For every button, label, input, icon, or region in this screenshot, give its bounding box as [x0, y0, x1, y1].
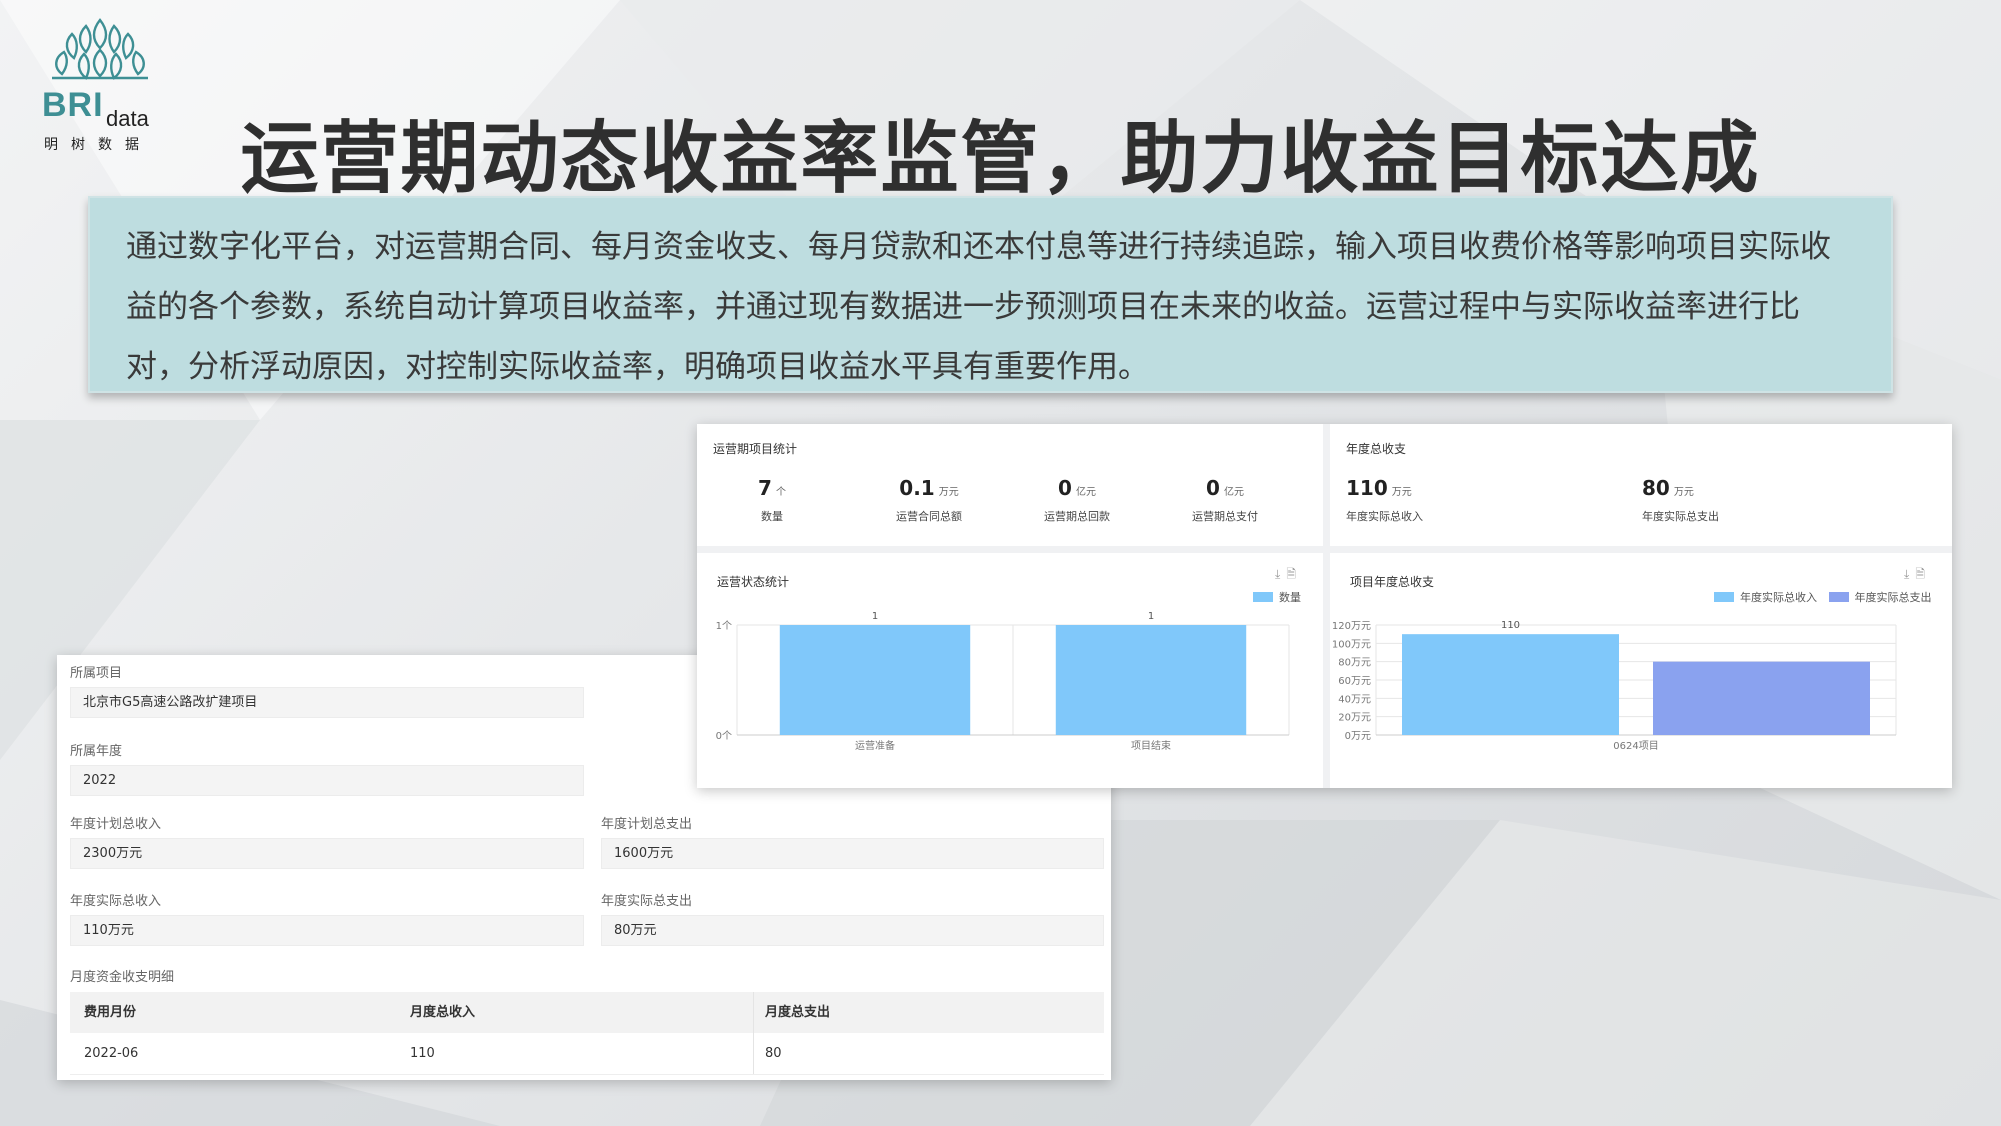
ops-stats-card: 运营期项目统计 7个 数量 0.1 万元 运营合同总额 0 亿元 运营期总回款 0亿…: [697, 424, 1323, 546]
dashboard-panel: 运营期项目统计 7个 数量 0.1 万元 运营合同总额 0 亿元 运营期总回款 0亿…: [697, 424, 1952, 788]
y-tick-label: 20万元: [1338, 713, 1371, 724]
y-tick-label: 0个: [716, 730, 732, 742]
description-box: 通过数字化平台，对运营期合同、每月资金收支、每月贷款和还本付息等进行持续追踪，输…: [88, 196, 1893, 393]
year-label: 所属年度: [70, 744, 123, 759]
actual-expense-label: 年度实际总支出: [601, 894, 693, 909]
data-label: 1: [1148, 611, 1154, 622]
x-tick-label: 运营准备: [855, 739, 895, 752]
table-column-divider: [753, 992, 754, 1033]
annual-bar-chart: 0万元 20万元 40万元 60万元 80万元 100万元 120万元 110 0624项目: [1332, 620, 1897, 752]
y-tick-label: 60万元: [1338, 676, 1371, 687]
x-tick-label: 项目结束: [1131, 739, 1171, 752]
stat-annual-expense-unit: 万元: [1673, 487, 1694, 498]
actual-income-field[interactable]: 110万元: [70, 915, 584, 946]
stat-payment-unit: 亿元: [1223, 487, 1244, 498]
actual-expense-field[interactable]: 80万元: [601, 915, 1104, 946]
planned-expense-label: 年度计划总支出: [601, 817, 693, 832]
stat-contract-value: 0.1: [899, 476, 935, 500]
stat-return-label: 运营期总回款: [1044, 510, 1110, 523]
stat-contract-label: 运营合同总额: [896, 510, 962, 523]
stat-return-value: 0: [1058, 476, 1072, 500]
planned-income-label: 年度计划总收入: [70, 817, 162, 832]
bar: [1402, 634, 1619, 735]
stat-payment-value: 0: [1206, 476, 1220, 500]
y-tick-label: 120万元: [1332, 621, 1371, 632]
stat-count-unit: 个: [775, 487, 786, 498]
table-cell-income: 110: [410, 1046, 435, 1061]
stat-annual-income: 110 万元 年度实际总收入: [1346, 476, 1423, 524]
stat-annual-income-label: 年度实际总收入: [1346, 510, 1423, 523]
monthly-detail-label: 月度资金收支明细: [70, 970, 175, 985]
y-tick-label: 100万元: [1332, 639, 1371, 650]
stat-count-label: 数量: [761, 510, 783, 523]
y-tick-label: 40万元: [1338, 694, 1371, 705]
planned-income-field[interactable]: 2300万元: [70, 838, 584, 869]
table-header: 费用月份 月度总收入 月度总支出: [70, 992, 1104, 1033]
bar: [779, 625, 971, 735]
y-tick-label: 0万元: [1345, 731, 1371, 742]
ops-stats-title: 运营期项目统计: [713, 442, 798, 456]
y-tick-label: 80万元: [1338, 658, 1371, 669]
stat-payment-label: 运营期总支付: [1192, 510, 1258, 523]
annual-chart-card: 项目年度总收支 ⤓🗎 年度实际总收入 年度实际总支出 0万元 20万元 40万元 60…: [1330, 553, 1952, 788]
table-column-divider: [753, 1033, 754, 1074]
table-row[interactable]: 2022-06 110 80: [70, 1033, 1104, 1075]
description-text: 通过数字化平台，对运营期合同、每月资金收支、每月贷款和还本付息等进行持续追踪，输…: [126, 229, 1831, 385]
data-label: 1: [872, 611, 878, 622]
y-tick-label: 1个: [716, 620, 732, 632]
table-cell-expense: 80: [765, 1046, 782, 1061]
stat-annual-expense: 80 万元 年度实际总支出: [1642, 476, 1719, 524]
year-field[interactable]: 2022: [70, 765, 584, 796]
stat-count: 7个 数量: [737, 476, 807, 524]
table-header-expense: 月度总支出: [765, 1005, 831, 1020]
annual-stats-card: 年度总收支 110 万元 年度实际总收入 80 万元 年度实际总支出: [1330, 424, 1952, 546]
project-field[interactable]: 北京市G5高速公路改扩建项目: [70, 687, 584, 718]
stat-contract-total: 0.1 万元 运营合同总额: [869, 476, 989, 524]
stat-annual-income-value: 110: [1346, 476, 1388, 500]
stat-annual-expense-label: 年度实际总支出: [1642, 510, 1719, 523]
data-label: 110: [1501, 620, 1520, 631]
stat-return-unit: 亿元: [1075, 487, 1096, 498]
table-header-income: 月度总收入: [410, 1005, 476, 1020]
project-label: 所属项目: [70, 666, 123, 681]
lotus-icon: [52, 18, 148, 80]
stat-annual-expense-value: 80: [1642, 476, 1670, 500]
planned-expense-field[interactable]: 1600万元: [601, 838, 1104, 869]
x-tick-label: 0624项目: [1613, 740, 1658, 752]
stat-total-return: 0 亿元 运营期总回款: [1017, 476, 1137, 524]
table-cell-month: 2022-06: [84, 1046, 139, 1061]
annual-stats-title: 年度总收支: [1346, 442, 1407, 456]
status-bar-chart: 0个 1个 1 运营准备 1 项目结束: [716, 611, 1290, 752]
stat-annual-income-unit: 万元: [1391, 487, 1412, 498]
stat-contract-unit: 万元: [938, 487, 959, 498]
page-title: 运营期动态收益率监管，助力收益目标达成: [240, 114, 1761, 204]
bar: [1055, 625, 1247, 735]
status-chart-card: 运营状态统计 ⤓🗎 数量 0个 1个 1 运营准备 1 项目结束: [697, 553, 1323, 788]
actual-income-label: 年度实际总收入: [70, 894, 162, 909]
bar: [1653, 661, 1870, 735]
stat-total-payment: 0 亿元 运营期总支付: [1165, 476, 1285, 524]
table-header-month: 费用月份: [84, 1005, 137, 1020]
stat-count-value: 7: [758, 476, 772, 500]
